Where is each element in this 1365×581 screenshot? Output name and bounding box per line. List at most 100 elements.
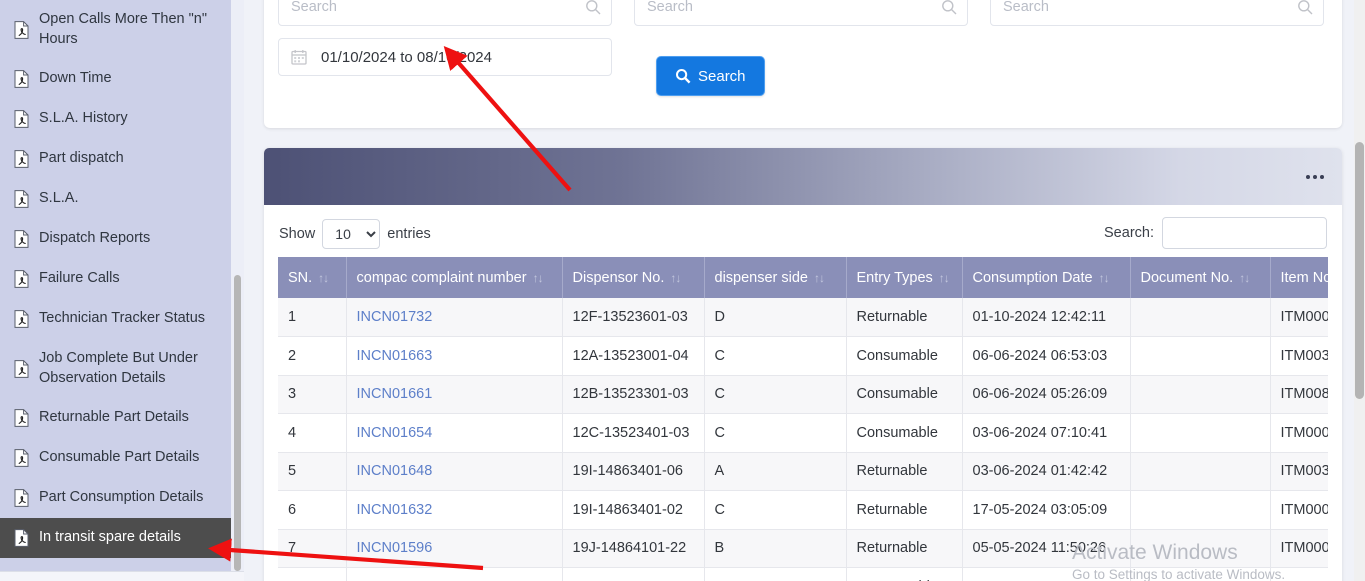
sidebar-item-label: Part dispatch xyxy=(39,150,124,167)
complaint-link[interactable]: INCN01632 xyxy=(357,502,433,518)
sidebar-item-consumable-part-details[interactable]: Consumable Part Details xyxy=(0,438,244,478)
cell-doc xyxy=(1130,298,1271,337)
cell-complaint: INCN01578 xyxy=(346,567,563,581)
cell-sn: 6 xyxy=(278,490,347,530)
filter-search-field-3[interactable] xyxy=(990,0,1324,26)
column-header-dispenser-side[interactable]: dispenser side ↑↓ xyxy=(704,257,847,298)
sidebar-item-s-l-a[interactable]: S.L.A. xyxy=(0,179,244,219)
column-header-consumption-date[interactable]: Consumption Date ↑↓ xyxy=(962,257,1131,298)
sidebar-item-returnable-part-details[interactable]: Returnable Part Details xyxy=(0,398,244,438)
complaint-link[interactable]: INCN01661 xyxy=(357,386,433,402)
sidebar-scrollbar-thumb[interactable] xyxy=(234,275,241,571)
sidebar-item-s-l-a-history[interactable]: S.L.A. History xyxy=(0,99,244,139)
cell-item: ITM003 xyxy=(1270,452,1328,491)
search-icon xyxy=(941,0,957,15)
complaint-link[interactable]: INCN01663 xyxy=(357,348,433,364)
cell-side: C xyxy=(704,336,847,376)
sidebar-item-dispatch-reports[interactable]: Dispatch Reports xyxy=(0,219,244,259)
table-row: 8INCN0157819J-14864101-08CConsumable01-0… xyxy=(278,567,1328,581)
table-search-input[interactable] xyxy=(1162,217,1327,249)
search-input-3[interactable] xyxy=(1001,0,1297,16)
cell-item: ITM003 xyxy=(1270,336,1328,376)
complaint-link[interactable]: INCN01596 xyxy=(357,540,433,556)
ellipsis-icon[interactable] xyxy=(1306,174,1324,179)
cell-sn: 1 xyxy=(278,298,347,337)
date-range-input[interactable]: 01/10/2024 to 08/10/2024 xyxy=(278,38,612,76)
column-header-label: Document No. xyxy=(1140,269,1234,286)
cell-item: ITM000 xyxy=(1270,567,1328,581)
sort-arrows-icon: ↑↓ xyxy=(1239,270,1250,285)
complaint-link[interactable]: INCN01648 xyxy=(357,463,433,479)
cell-doc xyxy=(1130,336,1271,376)
cell-date: 06-06-2024 05:26:09 xyxy=(962,375,1131,414)
search-input-1[interactable] xyxy=(289,0,585,16)
cell-entry: Consumable xyxy=(846,375,963,414)
filter-search-field-1[interactable] xyxy=(278,0,612,26)
cell-side: C xyxy=(704,375,847,414)
pdf-file-icon xyxy=(14,70,29,89)
search-button[interactable]: Search xyxy=(656,56,765,96)
table-toolbar: Show 102550100 entries Search: xyxy=(264,205,1342,257)
sidebar-bottom-edge xyxy=(0,571,244,581)
sidebar-item-technician-tracker-status[interactable]: Technician Tracker Status xyxy=(0,299,244,339)
sidebar-item-part-dispatch[interactable]: Part dispatch xyxy=(0,139,244,179)
column-header-item-no[interactable]: Item No↑↓ xyxy=(1270,257,1328,298)
column-header-label: compac complaint number xyxy=(356,269,527,286)
search-input-2[interactable] xyxy=(645,0,941,16)
complaint-link[interactable]: INCN01654 xyxy=(357,425,433,441)
sidebar-item-in-transit-spare-details[interactable]: In transit spare details xyxy=(0,518,244,559)
cell-dispensor: 12C-13523401-03 xyxy=(562,413,705,453)
main-content: 01/10/2024 to 08/10/2024 Search xyxy=(244,0,1355,581)
pdf-file-icon xyxy=(14,20,29,39)
sidebar-item-label: Part Consumption Details xyxy=(39,489,204,506)
cell-entry: Returnable xyxy=(846,452,963,491)
table-row: 6 INCN01632 19I-14863401-02 C Returnable 17-0… xyxy=(278,490,1328,530)
cell-side: C xyxy=(704,413,847,453)
column-header-label: dispenser side xyxy=(714,269,809,286)
cell-doc xyxy=(1130,413,1271,453)
table-header-row: SN. ↑↓ compac complaint number ↑↓ Dispensor … xyxy=(278,257,1328,298)
column-header-label: SN. xyxy=(288,269,313,286)
column-header-label: Consumption Date xyxy=(972,269,1093,286)
pdf-file-icon xyxy=(14,230,29,249)
sidebar-item-label: Returnable Part Details xyxy=(39,409,189,426)
cell-complaint: INCN01732 xyxy=(346,298,563,337)
column-header-entry-types[interactable]: Entry Types ↑↓ xyxy=(846,257,963,298)
filter-search-field-2[interactable] xyxy=(634,0,968,26)
column-header-compac-complaint-number[interactable]: compac complaint number ↑↓ xyxy=(346,257,563,298)
search-icon xyxy=(1297,0,1313,15)
pdf-file-icon xyxy=(14,529,29,548)
column-header-label: Dispensor No. xyxy=(572,269,665,286)
sidebar-item-label: Down Time xyxy=(39,70,112,87)
table-row: 2 INCN01663 12A-13523001-04 C Consumable 06-0… xyxy=(278,336,1328,376)
search-icon xyxy=(585,0,601,15)
sort-arrows-icon: ↑↓ xyxy=(532,270,544,285)
sidebar-item-label: Failure Calls xyxy=(39,270,120,287)
search-icon xyxy=(675,68,691,84)
cell-item: ITM008 xyxy=(1270,375,1328,414)
cell-dispensor: 12B-13523301-03 xyxy=(562,375,705,414)
sidebar-item-open-calls-more-then-n-hours[interactable]: Open Calls More Then "n" Hours xyxy=(0,0,244,59)
cell-entry: Consumable xyxy=(846,567,963,581)
cell-date: 06-06-2024 06:53:03 xyxy=(962,336,1131,376)
column-header-sn[interactable]: SN. ↑↓ xyxy=(278,257,347,298)
cell-entry: Returnable xyxy=(846,529,963,568)
page-length-select[interactable]: 102550100 xyxy=(322,219,381,249)
sidebar-item-failure-calls[interactable]: Failure Calls xyxy=(0,259,244,299)
page-scrollbar-thumb[interactable] xyxy=(1355,142,1364,399)
column-header-dispensor-no[interactable]: Dispensor No. ↑↓ xyxy=(562,257,705,298)
sidebar-item-part-consumption-details[interactable]: Part Consumption Details xyxy=(0,478,244,518)
sidebar-item-down-time[interactable]: Down Time xyxy=(0,59,244,99)
cell-sn: 4 xyxy=(278,413,347,453)
table-row: 3 INCN01661 12B-13523301-03 C Consumable 06-0… xyxy=(278,375,1328,414)
date-range-value: 01/10/2024 to 08/10/2024 xyxy=(321,48,492,66)
pdf-file-icon xyxy=(14,110,29,129)
sort-arrows-icon: ↑↓ xyxy=(670,270,681,285)
pdf-file-icon xyxy=(14,489,29,508)
sidebar-item-label: Open Calls More Then "n" Hours xyxy=(39,11,207,47)
column-header-document-no[interactable]: Document No. ↑↓ xyxy=(1130,257,1271,298)
sidebar-item-label: In transit spare details xyxy=(39,529,181,546)
data-table-scroll-region[interactable]: SN. ↑↓ compac complaint number ↑↓ Dispensor … xyxy=(278,257,1328,581)
sidebar-item-job-complete-but-under-observation-details[interactable]: Job Complete But Under Observation Detai… xyxy=(0,339,244,398)
complaint-link[interactable]: INCN01732 xyxy=(357,309,433,325)
